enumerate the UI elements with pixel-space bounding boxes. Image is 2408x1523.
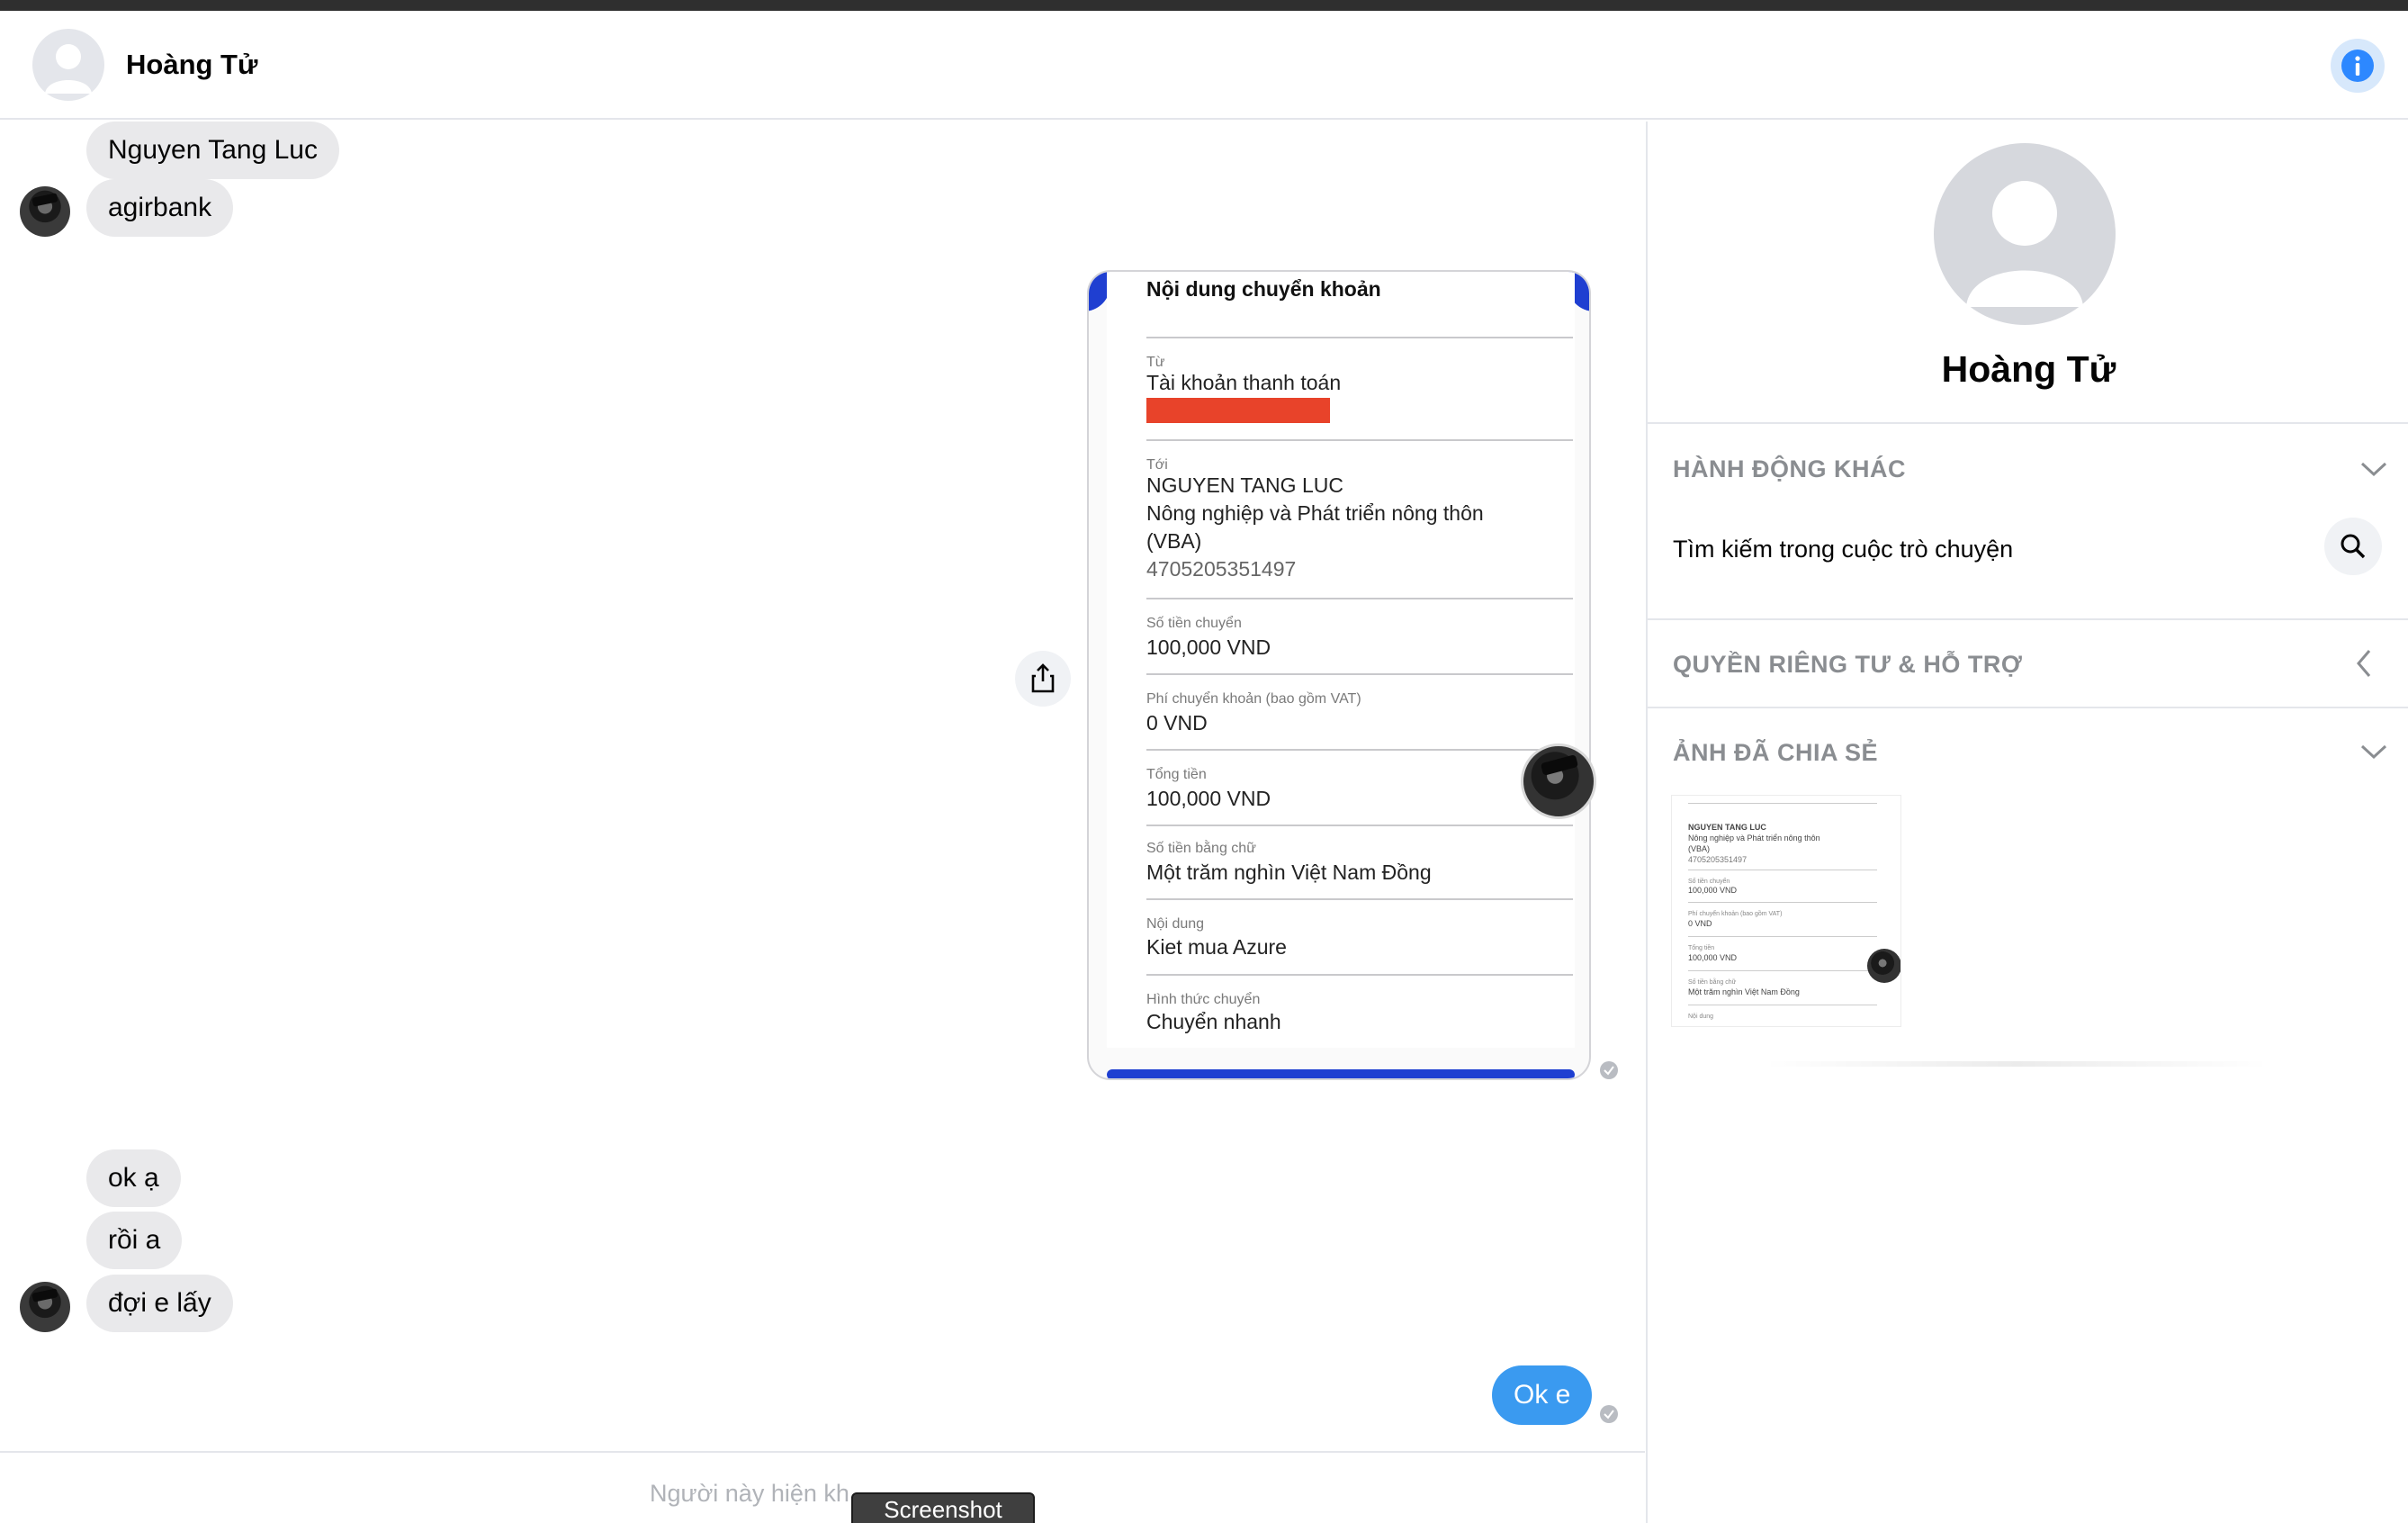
receipt-words-label: Số tiền bằng chữ xyxy=(1146,841,1256,856)
receipt-title: Nội dung chuyển khoản xyxy=(1146,277,1381,301)
seen-check-icon xyxy=(1600,1405,1618,1423)
receipt-from-value: Tài khoản thanh toán xyxy=(1146,371,1342,394)
receipt-bottom-bar xyxy=(1107,1069,1575,1078)
receipt-divider xyxy=(1146,337,1573,338)
receipt-fee-value: 0 VND xyxy=(1146,711,1208,734)
profile-avatar[interactable] xyxy=(1934,143,2116,325)
composer-area: Người này hiện kh xyxy=(0,1451,1645,1523)
receipt-to-bank: Nông nghiệp và Phát triển nông thôn xyxy=(1146,501,1484,525)
thumb-divider xyxy=(1688,970,1877,971)
receipt-body: Nội dung chuyển khoản Từ Tài khoản thanh… xyxy=(1107,272,1575,1048)
thumb-text: 100,000 VND xyxy=(1688,886,1738,895)
receipt-divider xyxy=(1146,749,1573,751)
share-button[interactable] xyxy=(1015,651,1071,707)
receipt-words-value: Một trăm nghìn Việt Nam Đồng xyxy=(1146,861,1432,884)
receipt-method-value: Chuyển nhanh xyxy=(1146,1010,1281,1033)
thumb-text: 4705205351497 xyxy=(1688,855,1748,864)
window-top-bar xyxy=(0,0,2408,11)
contact-avatar[interactable] xyxy=(32,29,104,101)
receipt-fee-label: Phí chuyển khoản (bao gồm VAT) xyxy=(1146,691,1361,707)
receipt-total-value: 100,000 VND xyxy=(1146,787,1271,810)
redaction-block xyxy=(1146,398,1330,423)
receipt-to-name: NGUYEN TANG LUC xyxy=(1146,473,1343,497)
thumb-text: 0 VND xyxy=(1688,919,1712,928)
seen-check-icon xyxy=(1600,1061,1618,1079)
sender-avatar[interactable] xyxy=(20,1282,70,1332)
sender-avatar[interactable] xyxy=(1521,743,1596,819)
header-contact-name[interactable]: Hoàng Tử xyxy=(126,49,257,81)
thumb-text: Nội dung xyxy=(1688,1014,1714,1020)
share-icon xyxy=(1031,663,1055,693)
shared-image-receipt[interactable]: Nội dung chuyển khoản Từ Tài khoản thanh… xyxy=(1087,270,1591,1080)
section-more-actions[interactable]: HÀNH ĐỘNG KHÁC xyxy=(1673,455,1906,483)
thumb-divider xyxy=(1688,803,1877,804)
conversation-header: Hoàng Tử xyxy=(0,11,2408,120)
info-button[interactable] xyxy=(2331,39,2385,93)
message-outgoing[interactable]: Ok e xyxy=(1492,1365,1593,1425)
section-privacy-support[interactable]: QUYỀN RIÊNG TƯ & HỖ TRỢ xyxy=(1673,651,2022,679)
receipt-amount-label: Số tiền chuyển xyxy=(1146,616,1242,631)
search-button[interactable] xyxy=(2324,518,2382,575)
thumb-text: Một trăm nghìn Việt Nam Đồng xyxy=(1688,987,1800,996)
receipt-divider xyxy=(1146,825,1573,826)
receipt-divider xyxy=(1146,898,1573,900)
section-divider xyxy=(1648,618,2408,620)
message-incoming[interactable]: agirbank xyxy=(86,179,234,237)
receipt-total-label: Tổng tiền xyxy=(1146,767,1207,782)
sender-avatar[interactable] xyxy=(20,186,70,237)
message-incoming[interactable]: rồi a xyxy=(86,1212,183,1269)
thumb-text: (VBA) xyxy=(1688,844,1711,853)
receipt-method-label: Hình thức chuyển xyxy=(1146,992,1261,1007)
thumb-sender-avatar xyxy=(1867,949,1900,983)
receipt-to-account: 4705205351497 xyxy=(1146,557,1297,581)
search-icon xyxy=(2341,534,2366,559)
thumb-text: Phí chuyển khoản (bao gồm VAT) xyxy=(1688,911,1783,917)
shared-photo-thumbnail[interactable]: NGUYEN TANG LUC Nông nghiệp và Phát triể… xyxy=(1671,795,1901,1027)
thumb-divider xyxy=(1688,936,1877,937)
availability-note: Người này hiện kh xyxy=(650,1480,849,1507)
thumb-text: Nông nghiệp và Phát triển nông thôn xyxy=(1688,834,1820,843)
message-incoming[interactable]: đợi e lấy xyxy=(86,1275,233,1332)
chevron-down-icon[interactable] xyxy=(2359,458,2389,480)
section-divider xyxy=(1648,422,2408,424)
receipt-to-bank-code: (VBA) xyxy=(1146,529,1202,553)
message-incoming[interactable]: Nguyen Tang Luc xyxy=(86,122,339,179)
receipt-content-value: Kiet mua Azure xyxy=(1146,935,1287,959)
panel-shadow xyxy=(1765,1061,2269,1067)
receipt-divider xyxy=(1146,439,1573,441)
profile-name: Hoàng Tử xyxy=(1941,348,2116,390)
info-icon xyxy=(2341,50,2374,82)
chevron-left-icon[interactable] xyxy=(2353,647,2375,680)
receipt-amount-value: 100,000 VND xyxy=(1146,635,1271,659)
section-divider xyxy=(1648,707,2408,708)
thumb-text: Tổng tiền xyxy=(1688,945,1715,951)
receipt-divider xyxy=(1146,974,1573,976)
thumb-text: Số tiền bằng chữ xyxy=(1688,979,1737,986)
receipt-divider xyxy=(1146,673,1573,675)
message-incoming[interactable]: ok ạ xyxy=(86,1149,181,1207)
conversation-info-panel: Hoàng Tử HÀNH ĐỘNG KHÁC Tìm kiếm trong c… xyxy=(1646,122,2408,1523)
thumb-divider xyxy=(1688,902,1877,903)
thumb-text: 100,000 VND xyxy=(1688,953,1738,962)
receipt-divider xyxy=(1146,598,1573,599)
chevron-down-icon[interactable] xyxy=(2359,741,2389,762)
screenshot-tooltip: Screenshot xyxy=(851,1492,1035,1523)
receipt-content-label: Nội dung xyxy=(1146,916,1205,932)
search-in-conversation[interactable]: Tìm kiếm trong cuộc trò chuyện xyxy=(1673,536,2013,563)
section-shared-photos[interactable]: ẢNH ĐÃ CHIA SẺ xyxy=(1673,739,1878,767)
thumb-text: NGUYEN TANG LUC xyxy=(1688,823,1766,832)
